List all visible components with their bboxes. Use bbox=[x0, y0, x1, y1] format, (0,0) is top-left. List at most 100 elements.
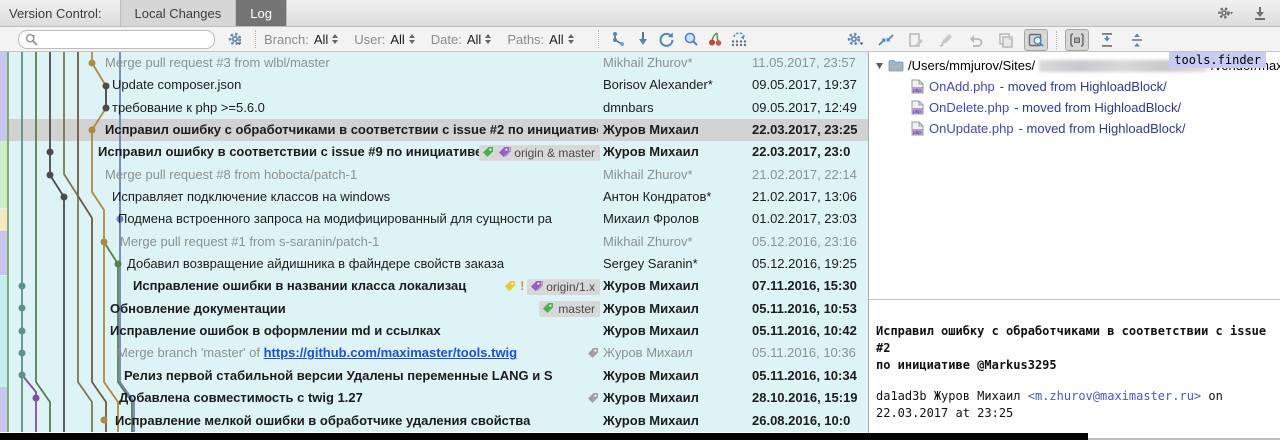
commit-row[interactable]: Релиз первой стабильной версии Удалены п… bbox=[0, 365, 868, 387]
expand-all-icon[interactable] bbox=[1095, 29, 1119, 51]
show-diff-disabled-icon[interactable] bbox=[904, 29, 928, 51]
commit-message: Исправляет подключение классов на window… bbox=[112, 189, 390, 204]
svg-text:php: php bbox=[913, 88, 921, 93]
commit-message: Merge branch 'master' of bbox=[117, 345, 264, 360]
commit-message: Добавил возвращение айдишника в файндере… bbox=[127, 256, 504, 271]
tool-window-title: Version Control: bbox=[0, 0, 112, 26]
commit-date-line: 22.03.2017 at 23:25 bbox=[876, 405, 1280, 422]
commit-row[interactable]: Добавил возвращение айдишника в файндере… bbox=[0, 253, 868, 275]
cherry-pick-icon[interactable] bbox=[703, 28, 727, 50]
filter-date[interactable]: Date: All bbox=[431, 32, 492, 47]
commit-date-cell: 26.08.2016, 10:0 bbox=[752, 410, 866, 432]
presentation-settings-gear-icon[interactable] bbox=[843, 28, 867, 50]
commit-row[interactable]: Merge pull request #1 from s-saranin/pat… bbox=[0, 231, 868, 253]
refresh-icon[interactable] bbox=[655, 28, 679, 50]
changed-file-row[interactable]: phpOnAdd.php - moved from HighloadBlock/ bbox=[911, 79, 1167, 94]
chevron-updown-icon bbox=[409, 34, 415, 44]
commit-message: Добавлена совместимость с twig 1.27 bbox=[119, 390, 363, 405]
commit-author-cell: Журов Михаил bbox=[603, 387, 749, 409]
ref-labels: master bbox=[539, 298, 600, 320]
commit-author-cell: Журов Михаил bbox=[603, 119, 749, 141]
ref-labels: !origin/1.x bbox=[504, 275, 600, 297]
changed-file-row[interactable]: phpOnDelete.php - moved from HighloadBlo… bbox=[911, 100, 1181, 115]
changed-file-row[interactable]: phpOnUpdate.php - moved from HighloadBlo… bbox=[911, 121, 1185, 136]
commit-row[interactable]: Подмена встроенного запроса на модифицир… bbox=[0, 208, 868, 230]
commit-row[interactable]: требование к php >=5.6.0dmnbars09.05.201… bbox=[0, 97, 868, 119]
commit-author-cell: Mikhail Zhurov* bbox=[603, 231, 749, 253]
hide-tool-window-icon[interactable] bbox=[1250, 3, 1270, 23]
commit-row[interactable]: Merge pull request #8 from hobocta/patch… bbox=[0, 164, 868, 186]
gear-menu-icon[interactable] bbox=[1216, 3, 1236, 23]
collapse-all-icon[interactable] bbox=[1125, 29, 1149, 51]
commit-author-cell: Журов Михаил bbox=[603, 275, 749, 297]
branch-ref-chip[interactable]: origin/1.x bbox=[527, 279, 600, 295]
chevron-updown-icon bbox=[485, 34, 491, 44]
commit-row[interactable]: Исправление ошибок в оформлении md и ссы… bbox=[0, 320, 868, 342]
search-field[interactable] bbox=[18, 30, 215, 49]
commit-row[interactable]: Исправляет подключение классов на window… bbox=[0, 186, 868, 208]
commit-author: Журов Михаил bbox=[934, 389, 1021, 403]
php-file-icon: php bbox=[911, 121, 924, 136]
commit-row[interactable]: Добавлена совместимость с twig 1.27 Журов… bbox=[0, 387, 868, 409]
commit-row[interactable]: Обновление документацииmasterЖуров Михаи… bbox=[0, 298, 868, 320]
commit-author-cell: Mikhail Zhurov* bbox=[603, 164, 749, 186]
commit-message-link[interactable]: https://github.com/maximaster/tools.twig bbox=[264, 345, 518, 360]
commit-message-line2: по инициативе @Markus3295 bbox=[876, 357, 1280, 374]
go-to-hash-arrow-icon[interactable] bbox=[631, 28, 655, 50]
log-toolbar: Branch: All User: All Date: All Paths: A… bbox=[0, 27, 1280, 52]
commit-meta: da1ad3b Журов Михаил <m.zhurov@maximaste… bbox=[876, 388, 1280, 405]
edit-disabled-icon[interactable] bbox=[934, 29, 958, 51]
commit-author-cell: Журов Михаил bbox=[603, 410, 749, 432]
commit-message: Update composer.json bbox=[112, 77, 241, 92]
commit-author-cell: dmnbars bbox=[603, 97, 749, 119]
commit-message: Merge pull request #1 from s-saranin/pat… bbox=[120, 234, 379, 249]
tab-local-changes[interactable]: Local Changes bbox=[120, 0, 237, 26]
svg-text:php: php bbox=[913, 109, 921, 114]
commit-date-cell: 05.11.2016, 10:53 bbox=[752, 298, 866, 320]
commit-row[interactable]: Исправил ошибку с обработчиками в соотве… bbox=[0, 119, 868, 141]
commit-email-link[interactable]: <m.zhurov@maximaster.ru> bbox=[1028, 389, 1201, 403]
group-by-directory-icon[interactable] bbox=[1065, 29, 1089, 51]
collapse-diff-icon[interactable] bbox=[874, 29, 898, 51]
commit-date-cell: 05.12.2016, 19:25 bbox=[752, 253, 866, 275]
ref-labels bbox=[587, 387, 600, 409]
search-input[interactable] bbox=[40, 32, 200, 46]
copy-revision-disabled-icon[interactable] bbox=[994, 29, 1018, 51]
commit-row[interactable]: Update composer.jsonBorisov Alexander*09… bbox=[0, 74, 868, 96]
commit-details-panel: /Users/mmjurov/Sites//vendor/maxim phpOn… bbox=[868, 52, 1280, 440]
commit-date-cell: 22.03.2017, 23:25 bbox=[752, 119, 866, 141]
rollback-disabled-icon[interactable] bbox=[964, 29, 988, 51]
commit-row[interactable]: Merge pull request #3 from wlbl/masterMi… bbox=[0, 52, 868, 74]
filter-paths[interactable]: Paths: All bbox=[507, 32, 573, 47]
commit-row[interactable]: Исправление мелкой ошибки в обработчике … bbox=[0, 410, 868, 432]
tool-window-header: Version Control: Local Changes Log bbox=[0, 0, 1280, 27]
commit-row[interactable]: Исправление ошибки в названии класса лок… bbox=[0, 275, 868, 297]
commit-row[interactable]: Merge branch 'master' of https://github.… bbox=[0, 342, 868, 364]
commit-author-cell: Журов Михаил bbox=[603, 365, 749, 387]
ref-chip[interactable]: tools.finder bbox=[1169, 52, 1266, 68]
filter-branch[interactable]: Branch: All bbox=[264, 32, 338, 47]
tab-log[interactable]: Log bbox=[235, 0, 287, 26]
preview-diff-icon[interactable] bbox=[1024, 29, 1048, 51]
window-bottom-edge bbox=[0, 433, 1088, 440]
commit-author-cell: Mikhail Zhurov* bbox=[603, 52, 749, 74]
collapse-linear-branches-icon[interactable] bbox=[727, 28, 751, 50]
commit-row[interactable]: Исправил ошибку в соответствии с issue #… bbox=[0, 141, 868, 163]
commit-message: Обновление документации bbox=[110, 301, 286, 316]
filter-user[interactable]: User: All bbox=[354, 32, 415, 47]
changed-file-name: OnDelete.php bbox=[929, 100, 1009, 115]
commit-date-cell: 21.02.2017, 13:06 bbox=[752, 186, 866, 208]
commit-date-cell: 07.11.2016, 15:30 bbox=[752, 275, 866, 297]
commit-message: Исправление мелкой ошибки в обработчике … bbox=[115, 413, 530, 428]
intellisort-icon[interactable] bbox=[607, 28, 631, 50]
filter-gear-icon[interactable] bbox=[223, 28, 247, 50]
changed-file-note: - moved from HighloadBlock/ bbox=[1000, 79, 1167, 94]
find-icon[interactable] bbox=[679, 28, 703, 50]
php-file-icon: php bbox=[911, 79, 924, 94]
commit-date-cell: 05.12.2016, 23:16 bbox=[752, 231, 866, 253]
commit-author-cell: Borisov Alexander* bbox=[603, 74, 749, 96]
commit-date-cell: 05.11.2016, 10:34 bbox=[752, 365, 866, 387]
branch-ref-chip[interactable]: master bbox=[539, 301, 600, 317]
branch-ref-chip[interactable]: origin & master bbox=[479, 145, 600, 161]
hash-warning-mark: ! bbox=[520, 275, 524, 297]
